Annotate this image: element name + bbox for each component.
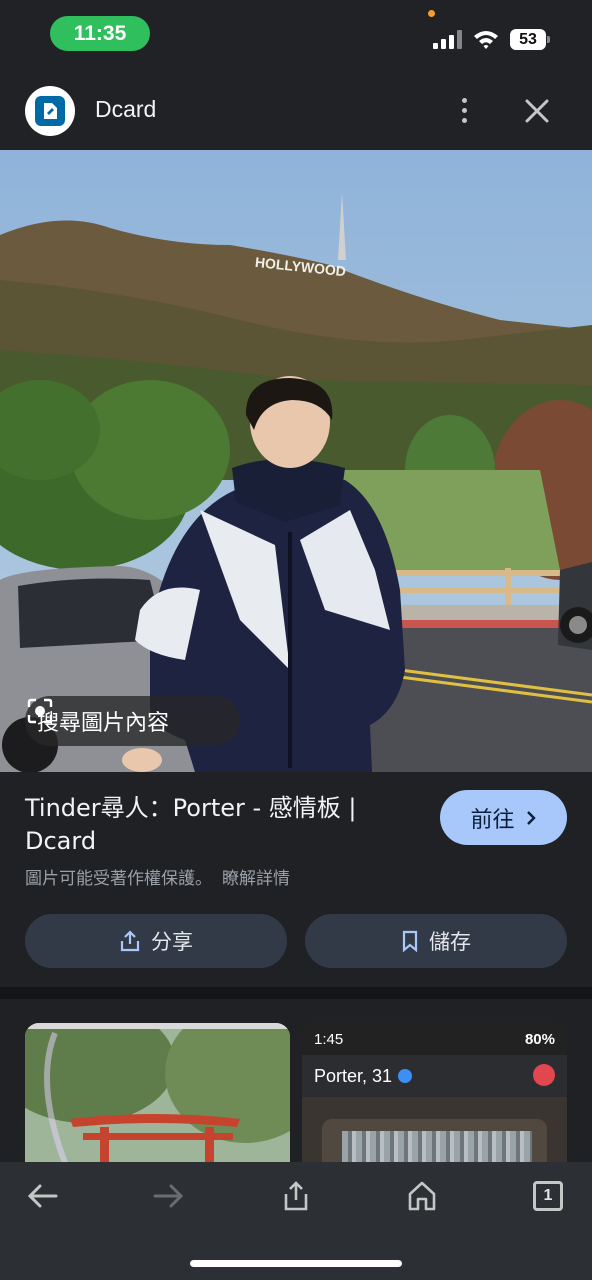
shot-time: 1:45 — [314, 1030, 344, 1048]
shot-profile-name: Porter, 31 — [314, 1065, 393, 1086]
verified-badge-icon — [398, 1069, 413, 1083]
search-image-content-label: 搜尋圖片內容 — [37, 711, 170, 736]
site-logo — [25, 86, 75, 136]
result-title[interactable]: Tinder尋人：Porter - 感情板 | Dcard — [25, 792, 425, 858]
related-image-torii[interactable] — [25, 1023, 290, 1162]
bottom-toolbar: 1 — [0, 1162, 592, 1280]
more-vert-icon[interactable] — [450, 92, 478, 128]
mic-indicator-dot — [428, 10, 435, 17]
save-label: 儲存 — [429, 930, 471, 954]
search-image-content-chip[interactable]: 搜尋圖片內容 — [25, 696, 240, 746]
shot-photo — [302, 1097, 567, 1162]
battery-level: 53 — [510, 29, 546, 50]
back-arrow-icon[interactable] — [19, 1176, 65, 1216]
lens-icon — [27, 698, 53, 724]
visit-button[interactable]: 前往 — [440, 790, 567, 845]
close-icon[interactable] — [520, 94, 554, 128]
tab-count: 1 — [533, 1181, 563, 1211]
shot-battery: 80% — [524, 1030, 555, 1048]
share-icon[interactable] — [273, 1176, 319, 1216]
share-button[interactable]: 分享 — [25, 914, 287, 968]
battery-icon: 53 — [510, 29, 550, 50]
section-divider — [0, 987, 592, 999]
visit-label: 前往 — [470, 807, 515, 833]
status-bar: 11:35 53 — [0, 0, 592, 70]
dislike-icon — [533, 1064, 555, 1086]
site-title: Dcard — [95, 96, 157, 122]
share-label: 分享 — [151, 930, 193, 954]
home-icon[interactable] — [399, 1176, 445, 1216]
app-header: Dcard — [0, 70, 592, 150]
save-button[interactable]: 儲存 — [305, 914, 567, 968]
chevron-right-icon — [526, 810, 536, 825]
result-info-panel: Tinder尋人：Porter - 感情板 | Dcard 前往 圖片可能受著作… — [0, 772, 592, 987]
learn-more-link[interactable]: 瞭解詳情 — [222, 869, 290, 889]
forward-arrow-icon[interactable] — [146, 1176, 192, 1216]
related-results: 1:45 80% Porter, 31 — [0, 999, 592, 1162]
share-icon — [120, 930, 140, 952]
cellular-signal-icon — [433, 30, 463, 49]
wifi-icon — [474, 31, 498, 49]
tabs-icon[interactable]: 1 — [525, 1176, 571, 1216]
related-image-profile[interactable]: 1:45 80% Porter, 31 — [302, 1023, 567, 1162]
bookmark-icon — [402, 930, 418, 952]
status-time: 11:35 — [50, 16, 150, 51]
home-indicator — [190, 1260, 402, 1267]
copyright-text: 圖片可能受著作權保護。 — [25, 869, 212, 889]
copyright-note: 圖片可能受著作權保護。 瞭解詳情 — [25, 864, 290, 889]
hollywood-photo: HOLLYWOOD — [0, 150, 592, 772]
hero-image[interactable]: HOLLYWOOD 搜尋圖片內容 — [0, 150, 592, 772]
